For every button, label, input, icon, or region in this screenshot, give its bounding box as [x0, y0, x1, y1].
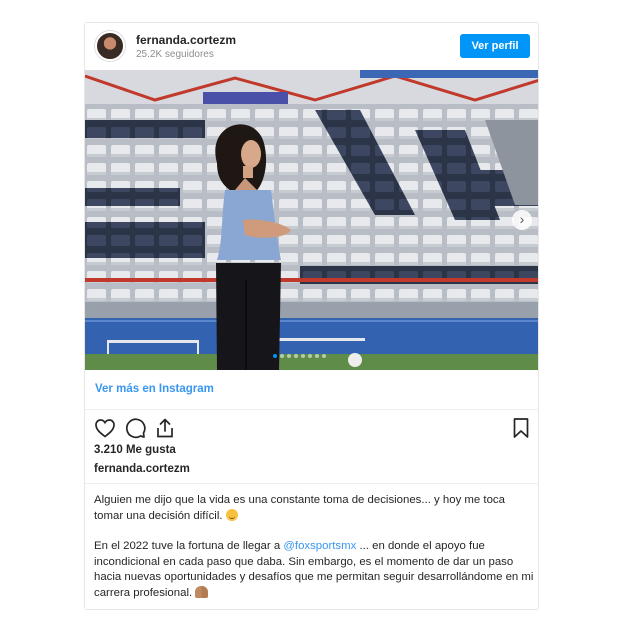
- folded-hands-icon: [195, 585, 209, 598]
- mention-link[interactable]: @foxsportsmx: [283, 540, 356, 552]
- post-caption: Alguien me dijo que la vida es una const…: [94, 493, 534, 609]
- carousel-indicator: [273, 354, 326, 358]
- action-bar: [85, 411, 538, 445]
- caption-text: Alguien me dijo que la vida es una const…: [94, 494, 505, 522]
- smiling-face-icon: [225, 508, 238, 521]
- follower-count: 25.2K seguidores: [136, 49, 214, 60]
- avatar[interactable]: [95, 31, 125, 61]
- caption-paragraph: Alguien me dijo que la vida es una const…: [94, 493, 534, 524]
- caption-text: En el 2022 tuve la fortuna de llegar a: [94, 540, 284, 553]
- carousel-dot: [294, 354, 298, 358]
- heart-icon[interactable]: [93, 416, 117, 440]
- carousel-dot: [315, 354, 319, 358]
- next-photo-chevron-right-icon[interactable]: ›: [512, 210, 532, 230]
- comment-icon[interactable]: [123, 416, 147, 440]
- carousel-dot: [280, 354, 284, 358]
- post-header: fernanda.cortezm 25.2K seguidores Ver pe…: [85, 23, 538, 69]
- instagram-embed-card: fernanda.cortezm 25.2K seguidores Ver pe…: [84, 22, 539, 610]
- bookmark-icon[interactable]: [509, 416, 533, 440]
- carousel-dot: [273, 354, 277, 358]
- stadium-photo: [85, 70, 538, 370]
- caption-paragraph: En el 2022 tuve la fortuna de llegar a @…: [94, 539, 534, 601]
- share-icon[interactable]: [153, 416, 177, 440]
- view-more-on-instagram-link[interactable]: Ver más en Instagram: [95, 383, 214, 395]
- view-profile-button[interactable]: Ver perfil: [460, 34, 530, 58]
- likes-count[interactable]: 3.210 Me gusta: [94, 444, 176, 456]
- divider: [85, 483, 538, 484]
- caption-username[interactable]: fernanda.cortezm: [94, 463, 190, 475]
- carousel-dot: [308, 354, 312, 358]
- post-photo[interactable]: ›: [85, 70, 538, 370]
- carousel-dot: [301, 354, 305, 358]
- header-username[interactable]: fernanda.cortezm: [136, 33, 236, 47]
- carousel-dot: [287, 354, 291, 358]
- view-more-bar: Ver más en Instagram: [85, 370, 538, 410]
- carousel-dot: [322, 354, 326, 358]
